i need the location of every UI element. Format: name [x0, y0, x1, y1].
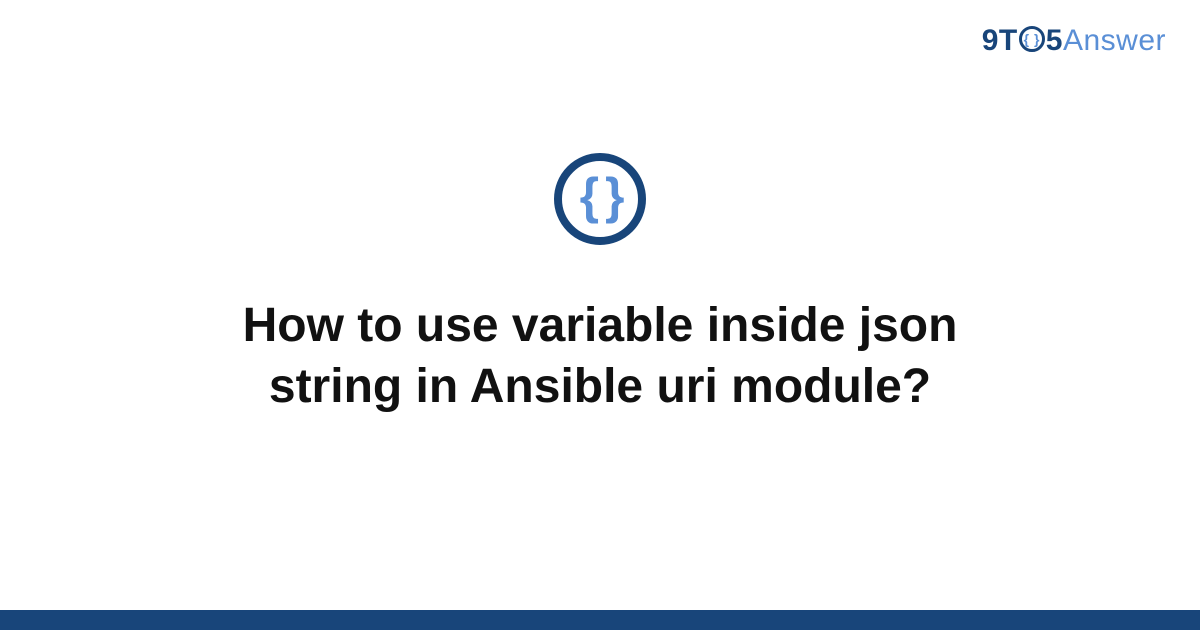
main-content: { } How to use variable inside json stri… [0, 0, 1200, 630]
bottom-bar [0, 610, 1200, 630]
braces-icon: { } [554, 153, 646, 245]
topic-icon-wrapper: { } [554, 153, 646, 245]
braces-glyph: { } [580, 171, 621, 221]
page-title: How to use variable inside json string i… [140, 295, 1060, 418]
